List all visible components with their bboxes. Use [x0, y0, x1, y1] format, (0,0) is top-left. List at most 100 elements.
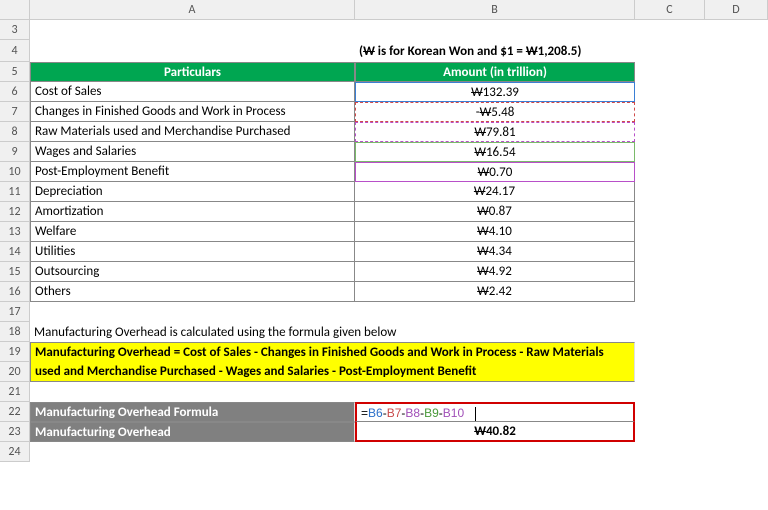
table-row-value[interactable]: W24.17 — [355, 182, 635, 202]
cell[interactable] — [635, 122, 705, 142]
row-header[interactable]: 24 — [0, 442, 30, 462]
table-row-label[interactable]: Cost of Sales — [30, 82, 355, 102]
row-header[interactable]: 10 — [0, 162, 30, 182]
cell[interactable] — [635, 62, 705, 82]
table-row-value[interactable]: W4.10 — [355, 222, 635, 242]
row-header[interactable]: 18 — [0, 322, 30, 342]
table-row-label[interactable]: Welfare — [30, 222, 355, 242]
table-row-value[interactable]: W2.42 — [355, 282, 635, 302]
cell[interactable] — [635, 262, 705, 282]
table-row-label[interactable]: Raw Materials used and Merchandise Purch… — [30, 122, 355, 142]
cell[interactable] — [30, 442, 355, 462]
row-header[interactable]: 16 — [0, 282, 30, 302]
cell[interactable] — [705, 262, 768, 282]
cell[interactable] — [705, 162, 768, 182]
cell[interactable] — [635, 242, 705, 262]
cell[interactable] — [635, 362, 705, 382]
row-header[interactable]: 5 — [0, 62, 30, 82]
cell[interactable] — [355, 20, 635, 40]
row-header[interactable]: 8 — [0, 122, 30, 142]
row-header[interactable]: 17 — [0, 302, 30, 322]
cell[interactable] — [635, 402, 705, 422]
cell[interactable] — [30, 20, 355, 40]
col-header-a[interactable]: A — [30, 0, 355, 20]
cell[interactable] — [705, 342, 768, 362]
cell[interactable] — [635, 162, 705, 182]
cell[interactable] — [635, 202, 705, 222]
table-row-value[interactable]: W₩132.39132.39 — [355, 82, 635, 102]
cell[interactable] — [705, 182, 768, 202]
cell[interactable] — [705, 422, 768, 442]
formula-edit-cell[interactable]: =B6-B7-B8-B9-B10 — [355, 402, 635, 422]
row-header[interactable]: 11 — [0, 182, 30, 202]
cell[interactable] — [30, 302, 355, 322]
cell[interactable] — [705, 222, 768, 242]
cell[interactable] — [705, 102, 768, 122]
table-row-label[interactable]: Changes in Finished Goods and Work in Pr… — [30, 102, 355, 122]
table-row-value[interactable]: W4.34 — [355, 242, 635, 262]
cell[interactable] — [705, 362, 768, 382]
cell[interactable] — [635, 302, 705, 322]
row-header[interactable]: 19 — [0, 342, 30, 362]
table-row-label[interactable]: Amortization — [30, 202, 355, 222]
cell[interactable] — [705, 402, 768, 422]
row-header[interactable]: 21 — [0, 382, 30, 402]
row-header[interactable]: 12 — [0, 202, 30, 222]
cell[interactable] — [705, 20, 768, 40]
result-value-cell[interactable]: W40.82 — [355, 422, 635, 442]
col-header-d[interactable]: D — [705, 0, 768, 20]
cell[interactable] — [635, 182, 705, 202]
col-header-b[interactable]: B — [355, 0, 635, 20]
table-row-value[interactable]: W79.81 — [355, 122, 635, 142]
row-header[interactable]: 22 — [0, 402, 30, 422]
table-row-label[interactable]: Utilities — [30, 242, 355, 262]
cell[interactable] — [635, 382, 705, 402]
cell[interactable] — [705, 202, 768, 222]
table-row-label[interactable]: Depreciation — [30, 182, 355, 202]
cell[interactable] — [30, 40, 355, 62]
cell[interactable] — [705, 302, 768, 322]
cell[interactable] — [635, 102, 705, 122]
row-header[interactable]: 3 — [0, 20, 30, 40]
table-row-label[interactable]: Post-Employment Benefit — [30, 162, 355, 182]
table-row-value[interactable]: W0.70 — [355, 162, 635, 182]
row-header[interactable]: 6 — [0, 82, 30, 102]
cell[interactable] — [635, 442, 705, 462]
cell[interactable] — [635, 342, 705, 362]
row-header[interactable]: 20 — [0, 362, 30, 382]
cell[interactable] — [635, 20, 705, 40]
table-row-value[interactable]: W16.54 — [355, 142, 635, 162]
cell[interactable] — [705, 62, 768, 82]
cell[interactable] — [705, 442, 768, 462]
cell[interactable] — [635, 142, 705, 162]
row-header[interactable]: 7 — [0, 102, 30, 122]
cell[interactable] — [705, 242, 768, 262]
cell[interactable] — [705, 142, 768, 162]
table-row-value[interactable]: -W5.48 — [355, 102, 635, 122]
row-header[interactable]: 9 — [0, 142, 30, 162]
table-row-label[interactable]: Others — [30, 282, 355, 302]
cell[interactable] — [705, 382, 768, 402]
cell[interactable] — [355, 302, 635, 322]
row-header[interactable]: 14 — [0, 242, 30, 262]
cell[interactable] — [705, 82, 768, 102]
row-header[interactable]: 4 — [0, 40, 30, 62]
cell[interactable] — [635, 222, 705, 242]
cell[interactable] — [355, 442, 635, 462]
cell[interactable] — [705, 122, 768, 142]
table-row-label[interactable]: Outsourcing — [30, 262, 355, 282]
cell[interactable] — [705, 40, 768, 62]
cell[interactable] — [355, 382, 635, 402]
spreadsheet-grid[interactable]: A B C D 3 4 (W is for Korean Won and $1 … — [0, 0, 768, 462]
cell[interactable] — [30, 382, 355, 402]
cell[interactable] — [635, 422, 705, 442]
cell[interactable] — [705, 282, 768, 302]
cell[interactable] — [635, 82, 705, 102]
table-row-value[interactable]: W4.92 — [355, 262, 635, 282]
row-header[interactable]: 23 — [0, 422, 30, 442]
table-row-label[interactable]: Wages and Salaries — [30, 142, 355, 162]
cell[interactable] — [635, 282, 705, 302]
row-header[interactable]: 13 — [0, 222, 30, 242]
row-header[interactable]: 15 — [0, 262, 30, 282]
col-header-c[interactable]: C — [635, 0, 705, 20]
